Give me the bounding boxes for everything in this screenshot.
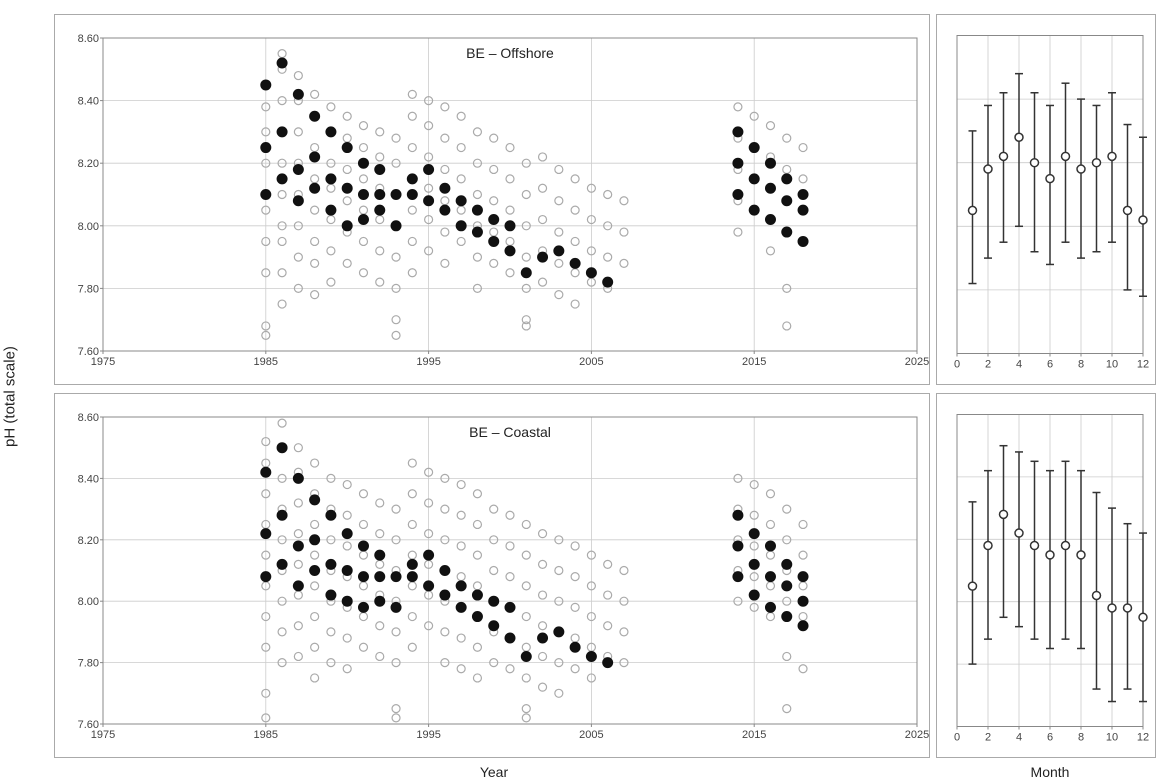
svg-text:8.60: 8.60 bbox=[78, 412, 99, 424]
svg-text:0: 0 bbox=[954, 359, 960, 371]
top-row: 7.607.808.008.208.408.601975198519952005… bbox=[50, 10, 1160, 389]
main-container: pH (total scale) 7.607.808.008.208.408.6… bbox=[10, 10, 1160, 765]
svg-text:2015: 2015 bbox=[742, 356, 766, 368]
svg-text:8.20: 8.20 bbox=[78, 535, 99, 547]
bottom-side-svg: 0 2 4 6 8 10 12 bbox=[937, 394, 1155, 757]
svg-text:8: 8 bbox=[1078, 359, 1084, 371]
svg-text:2025: 2025 bbox=[905, 729, 929, 741]
svg-text:10: 10 bbox=[1106, 732, 1118, 744]
svg-text:BE – Offshore: BE – Offshore bbox=[466, 45, 554, 61]
svg-text:6: 6 bbox=[1047, 732, 1053, 744]
svg-text:1995: 1995 bbox=[416, 729, 440, 741]
svg-text:7.80: 7.80 bbox=[78, 658, 99, 670]
bottom-row: 7.607.808.008.208.408.601975198519952005… bbox=[50, 389, 1160, 762]
svg-text:2005: 2005 bbox=[579, 729, 603, 741]
top-side-svg: 0 2 4 6 8 10 12 bbox=[937, 15, 1155, 384]
svg-text:8: 8 bbox=[1078, 732, 1084, 744]
bottom-main-chart: 7.607.808.008.208.408.601975198519952005… bbox=[54, 393, 930, 758]
bottom-main-svg: 7.607.808.008.208.408.601975198519952005… bbox=[55, 394, 929, 757]
svg-text:4: 4 bbox=[1016, 732, 1022, 744]
svg-text:1985: 1985 bbox=[254, 729, 278, 741]
svg-text:1975: 1975 bbox=[91, 729, 115, 741]
svg-text:8.60: 8.60 bbox=[78, 33, 99, 45]
svg-text:8.20: 8.20 bbox=[78, 158, 99, 170]
svg-text:4: 4 bbox=[1016, 359, 1022, 371]
svg-text:BE – Coastal: BE – Coastal bbox=[469, 424, 551, 440]
y-axis-label: pH (total scale) bbox=[2, 346, 19, 447]
svg-text:10: 10 bbox=[1106, 359, 1118, 371]
svg-text:2015: 2015 bbox=[742, 729, 766, 741]
svg-text:1975: 1975 bbox=[91, 356, 115, 368]
svg-text:12: 12 bbox=[1137, 732, 1149, 744]
svg-text:1985: 1985 bbox=[254, 356, 278, 368]
svg-text:2005: 2005 bbox=[579, 356, 603, 368]
side-x-label: Month bbox=[940, 762, 1160, 780]
top-main-svg: 7.607.808.008.208.408.601975198519952005… bbox=[55, 15, 929, 384]
top-side-chart: 0 2 4 6 8 10 12 bbox=[936, 14, 1156, 385]
svg-text:2: 2 bbox=[985, 359, 991, 371]
svg-text:8.00: 8.00 bbox=[78, 221, 99, 233]
svg-text:0: 0 bbox=[954, 732, 960, 744]
svg-text:8.00: 8.00 bbox=[78, 596, 99, 608]
svg-text:2: 2 bbox=[985, 732, 991, 744]
bottom-side-chart: 0 2 4 6 8 10 12 bbox=[936, 393, 1156, 758]
content-area: 7.607.808.008.208.408.601975198519952005… bbox=[50, 10, 1160, 780]
svg-text:2025: 2025 bbox=[905, 356, 929, 368]
svg-text:1995: 1995 bbox=[416, 356, 440, 368]
svg-text:6: 6 bbox=[1047, 359, 1053, 371]
top-main-chart: 7.607.808.008.208.408.601975198519952005… bbox=[54, 14, 930, 385]
svg-text:7.80: 7.80 bbox=[78, 283, 99, 295]
main-x-label: Year bbox=[54, 762, 934, 780]
svg-text:12: 12 bbox=[1137, 359, 1149, 371]
svg-text:8.40: 8.40 bbox=[78, 96, 99, 108]
x-labels-row: Year Month bbox=[54, 762, 1160, 780]
svg-text:8.40: 8.40 bbox=[78, 473, 99, 485]
